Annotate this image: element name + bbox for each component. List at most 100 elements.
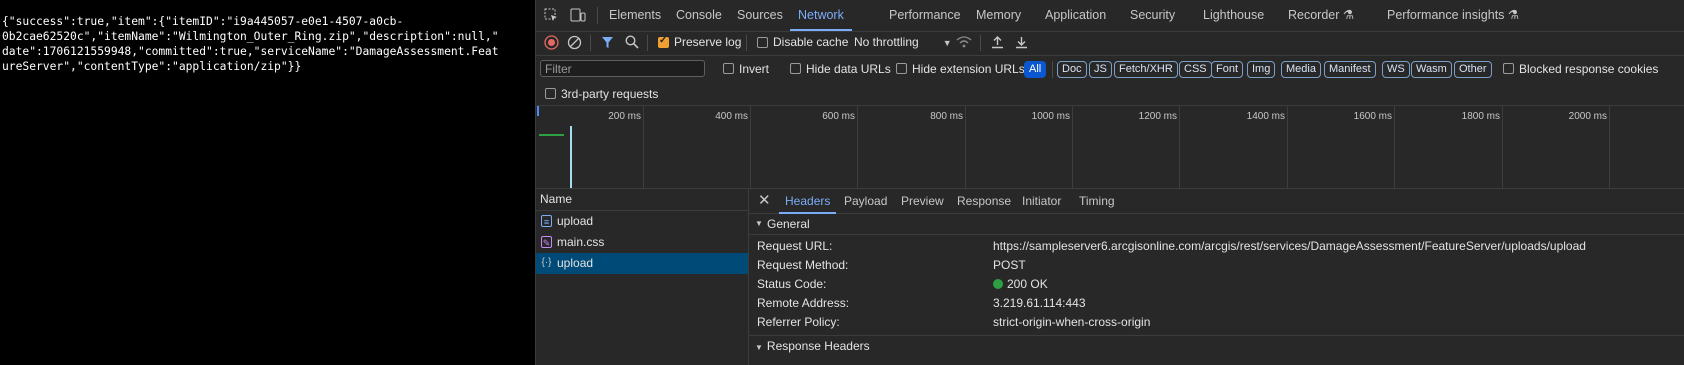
header-row: Remote Address: 3.219.61.114:443 [749,294,1684,313]
tab-initiator[interactable]: Initiator [1022,189,1061,213]
timeline-tick-label: 200 ms [608,111,641,122]
network-toolbar: Preserve log Disable cache No throttling… [536,31,1684,56]
header-value: 200 OK [993,275,1048,294]
tab-security[interactable]: Security [1130,0,1175,31]
timeline-request-bar [539,134,564,136]
response-headers-section-header[interactable]: ▼ Response Headers [755,339,870,353]
filter-type-ws[interactable]: WS [1382,61,1410,78]
response-line: 0b2cae62520c","itemName":"Wilmington_Out… [2,30,499,43]
triangle-down-icon: ▼ [755,219,763,228]
header-row: Request Method: POST [749,256,1684,275]
chevron-down-icon: ▼ [942,38,952,48]
header-value: https://sampleserver6.arcgisonline.com/a… [993,239,1586,253]
tab-headers[interactable]: Headers [778,189,837,214]
filter-type-manifest[interactable]: Manifest [1324,61,1376,78]
timeline-start-marker [537,106,539,116]
import-har-icon[interactable] [991,35,1004,52]
timeline-tick-label: 1800 ms [1461,111,1500,122]
third-party-label: 3rd-party requests [561,87,659,101]
section-divider [749,335,1684,336]
tab-recorder[interactable]: Recorder ⚗ [1288,0,1354,31]
header-key: Referrer Policy: [757,315,840,329]
blocked-response-cookies-checkbox[interactable] [1503,63,1514,74]
close-icon[interactable]: ✕ [758,191,771,209]
filter-type-other[interactable]: Other [1454,61,1492,78]
tab-response[interactable]: Response [957,189,1011,213]
tab-performance-insights[interactable]: Performance insights ⚗ [1387,0,1519,31]
request-list: Name ≡ upload ✎ main.css {·} upload [536,189,749,365]
details-tab-bar: ✕ Headers Payload Preview Response Initi… [749,189,1684,214]
record-icon[interactable] [544,35,559,53]
export-har-icon[interactable] [1015,35,1028,52]
header-value: POST [993,258,1026,272]
filter-type-fetch-xhr[interactable]: Fetch/XHR [1114,61,1178,78]
blocked-response-cookies-label: Blocked response cookies [1519,62,1659,76]
tab-lighthouse[interactable]: Lighthouse [1203,0,1264,31]
request-row[interactable]: {·} upload [536,253,748,274]
request-row[interactable]: ≡ upload [536,211,748,232]
devtools-tab-bar: Elements Console Sources Network Perform… [536,0,1684,32]
search-icon[interactable] [625,35,639,52]
disable-cache-checkbox[interactable] [757,37,768,48]
hide-data-urls-label: Hide data URLs [806,62,891,76]
tab-memory[interactable]: Memory [976,0,1021,31]
filter-type-media[interactable]: Media [1281,61,1321,78]
filter-type-css[interactable]: CSS [1179,61,1212,78]
general-section-header[interactable]: ▼ General [749,214,1684,235]
device-toolbar-icon[interactable] [570,8,586,25]
timeline-tick-label: 400 ms [715,111,748,122]
hide-data-urls-checkbox[interactable] [790,63,801,74]
tab-sources[interactable]: Sources [737,0,783,31]
response-body: {"success":true,"item":{"itemID":"i9a445… [0,0,535,365]
filter-type-font[interactable]: Font [1211,61,1244,78]
preserve-log-label: Preserve log [674,35,742,49]
request-name: upload [557,256,594,270]
filter-type-wasm[interactable]: Wasm [1411,61,1452,78]
header-row: Status Code: 200 OK [749,275,1684,294]
tab-console[interactable]: Console [676,0,722,31]
filter-type-js[interactable]: JS [1089,61,1112,78]
preserve-log-checkbox[interactable] [658,35,669,48]
tab-network[interactable]: Network [790,0,852,31]
filter-icon[interactable] [601,36,614,52]
stylesheet-icon: ✎ [541,236,552,248]
timeline-overview[interactable]: 200 ms 400 ms 600 ms 800 ms 1000 ms 1200… [536,106,1684,189]
tab-payload[interactable]: Payload [844,189,887,213]
inspect-element-icon[interactable] [544,8,558,25]
name-column-header[interactable]: Name [536,189,748,211]
throttling-select[interactable]: No throttling ▼ [854,35,952,49]
timeline-tick-label: 600 ms [822,111,855,122]
disable-cache-label: Disable cache [773,35,849,49]
tab-application[interactable]: Application [1045,0,1106,31]
request-row[interactable]: ✎ main.css [536,232,748,253]
document-icon: ≡ [541,215,552,227]
third-party-checkbox[interactable] [545,88,556,99]
timeline-tick-label: 1000 ms [1031,111,1070,122]
request-details: ✕ Headers Payload Preview Response Initi… [749,189,1684,365]
filter-type-doc[interactable]: Doc [1057,61,1087,78]
third-party-bar: 3rd-party requests [536,82,1684,106]
filter-input[interactable] [540,60,705,77]
header-row: Request URL: https://sampleserver6.arcgi… [749,237,1684,256]
general-section-title: General [767,217,810,231]
flask-icon: ⚗ [1507,8,1520,22]
header-value: 3.219.61.114:443 [993,296,1086,310]
status-ok-icon [993,279,1003,289]
triangle-down-icon: ▼ [755,343,763,352]
hide-extension-urls-checkbox[interactable] [896,63,907,74]
tab-performance[interactable]: Performance [889,0,961,31]
filter-type-img[interactable]: Img [1247,61,1276,78]
timeline-load-marker [570,126,572,188]
invert-label: Invert [739,62,770,76]
header-row: Referrer Policy: strict-origin-when-cros… [749,313,1684,332]
clear-icon[interactable] [567,35,582,53]
tab-timing[interactable]: Timing [1079,189,1115,213]
timeline-tick-label: 800 ms [930,111,963,122]
filter-type-all[interactable]: All [1024,61,1047,78]
timeline-tick-label: 1200 ms [1138,111,1177,122]
network-conditions-icon[interactable] [956,35,972,52]
tab-elements[interactable]: Elements [609,0,661,31]
tab-preview[interactable]: Preview [901,189,944,213]
invert-checkbox[interactable] [723,63,734,74]
response-line: {"success":true,"item":{"itemID":"i9a445… [2,15,404,28]
